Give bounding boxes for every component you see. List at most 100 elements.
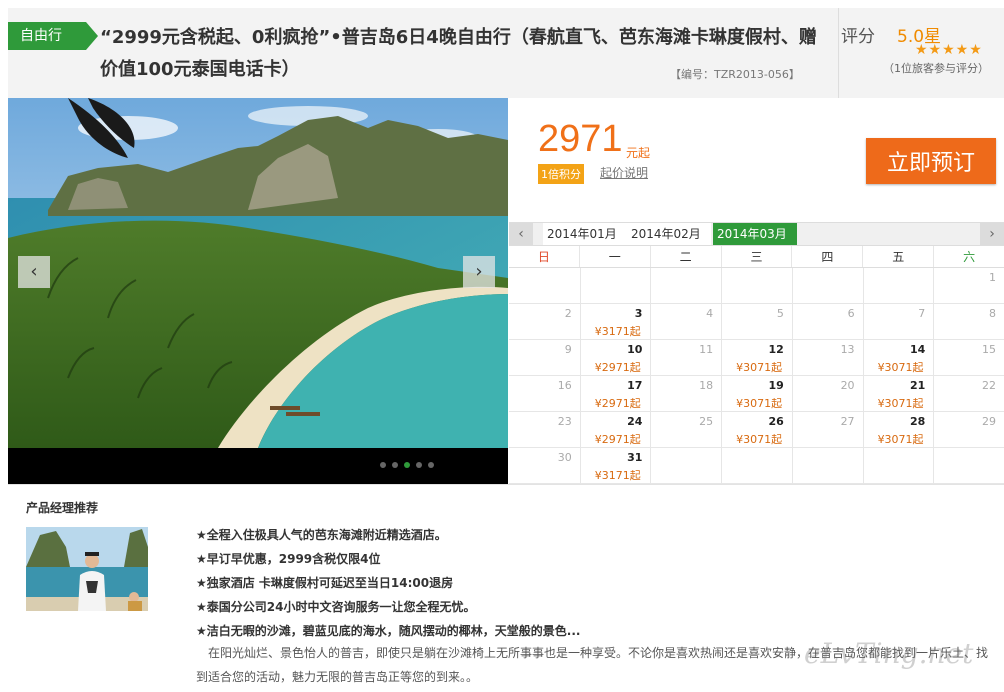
- day-number: 19: [768, 379, 784, 392]
- manager-photo: [26, 527, 148, 611]
- day-number: 26: [768, 415, 784, 428]
- calendar-day-cell[interactable]: 26 ¥3071起: [721, 412, 792, 448]
- prev-month-arrow-icon[interactable]: ‹: [509, 223, 533, 245]
- day-number: 30: [557, 451, 572, 464]
- points-badge: 1倍积分: [538, 164, 584, 184]
- calendar-day-cell[interactable]: 10 ¥2971起: [579, 340, 651, 376]
- gallery-pagination: [380, 462, 434, 468]
- calendar-day-cell: 25: [650, 412, 722, 448]
- day-price: ¥3071起: [877, 433, 924, 446]
- calendar-day-cell: 13: [791, 340, 863, 376]
- month-tab-jan[interactable]: 2014年01月: [543, 223, 627, 245]
- calendar-day-cell: 6: [791, 304, 863, 340]
- price-note-link[interactable]: 起价说明: [600, 164, 648, 181]
- gallery-dot[interactable]: [428, 462, 434, 468]
- calendar-day-cell[interactable]: 12 ¥3071起: [721, 340, 792, 376]
- day-number: 22: [982, 379, 996, 392]
- calendar-day-cell: 15: [933, 340, 1004, 376]
- day-number: 18: [699, 379, 714, 392]
- day-number: 5: [776, 307, 784, 320]
- beach-photo: [8, 98, 508, 448]
- day-number: 17: [627, 379, 643, 392]
- weekday-label: 三: [720, 246, 792, 267]
- calendar-day-cell: 20: [791, 376, 863, 412]
- day-number: 11: [699, 343, 714, 356]
- day-number: 9: [564, 343, 572, 356]
- calendar-day-cell: 29: [933, 412, 1004, 448]
- highlight-item: ★全程入住极具人气的芭东海滩附近精选酒店。: [196, 528, 447, 542]
- calendar-grid: 1 2 3 ¥3171起 4 5 6 7 8 9 10 ¥2971起 11 12 ¥3071起 13 14 ¥30…: [509, 268, 1004, 484]
- calendar-day-cell[interactable]: 28 ¥3071起: [862, 412, 934, 448]
- day-price: ¥3171起: [594, 325, 641, 338]
- highlight-list: ★全程入住极具人气的芭东海滩附近精选酒店。 ★早订早优惠，2999含税仅限4位 …: [196, 523, 986, 643]
- calendar-day-cell: 30: [509, 448, 580, 484]
- next-month-arrow-icon[interactable]: ›: [980, 223, 1004, 245]
- brand-watermark: eLvTing.net: [804, 637, 974, 670]
- calendar-day-cell: [791, 448, 863, 484]
- day-number: 4: [706, 307, 714, 320]
- manager-recommendation: 产品经理推荐 ★全程入住极具人气的芭东海滩附近精选酒店。 ★早订早优惠，2999…: [8, 484, 1004, 692]
- day-number: 20: [840, 379, 855, 392]
- weekday-header: 日 一 二 三 四 五 六: [509, 246, 1004, 268]
- calendar-day-cell: 2: [509, 304, 580, 340]
- gallery-dot[interactable]: [392, 462, 398, 468]
- calendar-day-cell: 7: [862, 304, 934, 340]
- calendar-day-cell[interactable]: 21 ¥3071起: [862, 376, 934, 412]
- weekday-label: 日: [537, 250, 550, 264]
- highlight-item: ★早订早优惠，2999含税仅限4位: [196, 552, 381, 566]
- book-now-button[interactable]: 立即预订: [866, 138, 996, 184]
- day-number: 27: [840, 415, 855, 428]
- day-number: 8: [989, 307, 996, 320]
- departure-calendar: 3 ‹ 2014年01月 2014年02月 2014年03月 › 日 一 二 三…: [509, 222, 1004, 484]
- day-price: ¥2971起: [594, 397, 641, 410]
- gallery-dot[interactable]: [416, 462, 422, 468]
- day-price: ¥3071起: [736, 361, 783, 374]
- calendar-day-cell: 8: [933, 304, 1004, 340]
- calendar-day-cell[interactable]: 24 ¥2971起: [579, 412, 651, 448]
- calendar-day-cell[interactable]: 17 ¥2971起: [579, 376, 651, 412]
- calendar-day-cell: [721, 268, 792, 304]
- rating-box: 评分 5.0星 ★★★★★ （1位旅客参与评分）: [838, 8, 1004, 98]
- day-number: 2: [564, 307, 572, 320]
- review-count[interactable]: （1位旅客参与评分）: [883, 60, 989, 76]
- gallery-dot[interactable]: [380, 462, 386, 468]
- day-number: 23: [557, 415, 572, 428]
- section-title: 产品经理推荐: [26, 501, 99, 515]
- price-panel: 2971 元起 1倍积分 起价说明 立即预订: [508, 98, 1004, 222]
- calendar-day-cell[interactable]: 31 ¥3171起: [579, 448, 651, 484]
- calendar-day-cell: [509, 268, 580, 304]
- day-number: 21: [909, 379, 926, 392]
- day-number: 10: [627, 343, 643, 356]
- day-number: 29: [982, 415, 996, 428]
- product-code: 【编号：TZR2013-056】: [670, 68, 800, 81]
- gallery-dot[interactable]: [404, 462, 410, 468]
- calendar-day-cell: [579, 268, 651, 304]
- day-number: 24: [627, 415, 643, 428]
- calendar-day-cell: 23: [509, 412, 580, 448]
- calendar-day-cell: [933, 448, 1004, 484]
- calendar-day-cell: 1: [933, 268, 1004, 304]
- calendar-day-cell: [791, 268, 863, 304]
- calendar-day-cell: [650, 448, 722, 484]
- photo-gallery: ‹ ›: [8, 98, 508, 484]
- day-number: 1: [989, 271, 996, 284]
- calendar-day-cell: 16: [509, 376, 580, 412]
- calendar-day-cell: 11: [650, 340, 722, 376]
- day-number: 6: [847, 307, 855, 320]
- day-price: ¥2971起: [594, 361, 641, 374]
- day-number: 31: [627, 451, 643, 464]
- day-price: ¥3071起: [877, 397, 924, 410]
- calendar-day-cell[interactable]: 14 ¥3071起: [862, 340, 934, 376]
- highlight-item: ★泰国分公司24小时中文咨询服务一让您全程无忧。: [196, 600, 476, 614]
- month-tab-mar[interactable]: 2014年03月: [713, 223, 797, 245]
- month-tab-feb[interactable]: 2014年02月: [627, 223, 711, 245]
- month-bar: ‹ 2014年01月 2014年02月 2014年03月 ›: [509, 222, 1004, 246]
- calendar-day-cell[interactable]: 19 ¥3071起: [721, 376, 792, 412]
- rating-label: 评分: [841, 27, 875, 47]
- weekday-label: 五: [862, 246, 933, 267]
- highlight-item: ★独家酒店 卡琳度假村可延迟至当日14:00退房: [196, 576, 454, 590]
- gallery-prev-arrow-icon[interactable]: ‹: [18, 256, 50, 288]
- weekday-label: 六: [933, 246, 1004, 267]
- calendar-day-cell[interactable]: 3 ¥3171起: [579, 304, 651, 340]
- gallery-next-arrow-icon[interactable]: ›: [463, 256, 495, 288]
